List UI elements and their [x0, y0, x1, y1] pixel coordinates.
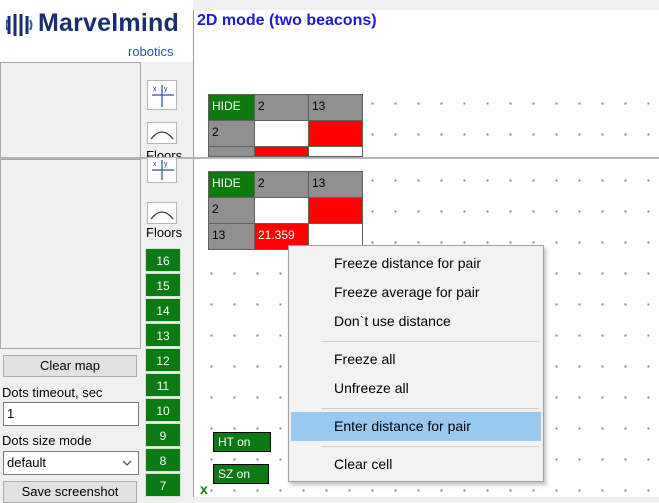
floor-button[interactable]: 7: [145, 473, 181, 497]
matrix-cell[interactable]: [308, 146, 363, 157]
mode-title: 2D mode (two beacons): [197, 12, 377, 29]
matrix-row-header: 13: [208, 223, 255, 250]
ht-on-tag[interactable]: HT on: [213, 432, 271, 452]
matrix-col-header: 13: [308, 94, 363, 121]
matrix-cell[interactable]: [254, 146, 309, 157]
menu-separator: [321, 341, 539, 342]
left-panel-front: [0, 159, 141, 349]
floor-button[interactable]: 8: [145, 448, 181, 472]
axis-tool-icon[interactable]: xy: [147, 157, 177, 183]
floor-button[interactable]: 10: [145, 398, 181, 422]
save-screenshot-button[interactable]: Save screenshot: [3, 481, 137, 503]
axis-tool-icon[interactable]: xy: [147, 80, 177, 110]
matrix-cell[interactable]: [254, 197, 309, 224]
logo-wordmark: Marvelmind: [38, 9, 179, 37]
floor-button[interactable]: 15: [145, 273, 181, 297]
menu-freeze-distance-pair[interactable]: Freeze distance for pair: [291, 249, 541, 278]
map-header: 2D mode (two beacons): [193, 10, 659, 82]
floor-button[interactable]: 16: [145, 248, 181, 272]
svg-text:y: y: [164, 86, 168, 93]
logo-subtitle: robotics: [128, 44, 174, 59]
left-panel-back: [0, 62, 141, 158]
menu-separator: [321, 408, 539, 409]
matrix-cell[interactable]: [308, 197, 363, 224]
tool-column-back: xy Floors: [141, 62, 193, 163]
dots-size-label: Dots size mode: [2, 433, 92, 448]
floor-button[interactable]: 11: [145, 373, 181, 397]
menu-dont-use-distance[interactable]: Don`t use distance: [291, 307, 541, 336]
matrix-col-header: 13: [308, 171, 363, 198]
chevron-down-icon: [122, 460, 132, 466]
dots-size-select[interactable]: default: [3, 451, 139, 475]
left-controls: Clear map Dots timeout, sec 1 Dots size …: [0, 349, 141, 503]
floor-button[interactable]: 13: [145, 323, 181, 347]
distance-matrix: HIDE 2 13 2 13 21.359: [208, 171, 363, 250]
map-canvas-back[interactable]: HIDE 2 13 2: [193, 82, 659, 158]
matrix-hide-button[interactable]: HIDE: [208, 171, 255, 198]
clear-map-button[interactable]: Clear map: [3, 355, 137, 377]
floors-label: Floors: [146, 225, 183, 240]
floor-button[interactable]: 12: [145, 348, 181, 372]
svg-text:x: x: [153, 86, 157, 93]
matrix-col-header: 2: [254, 94, 309, 121]
matrix-col-header: 2: [254, 171, 309, 198]
matrix-row-header: [208, 146, 255, 157]
marvelmind-logo-icon: [6, 14, 33, 36]
dots-size-value: default: [7, 455, 47, 470]
matrix-cell[interactable]: [254, 120, 309, 147]
dots-timeout-label: Dots timeout, sec: [2, 385, 103, 400]
menu-separator: [321, 446, 539, 447]
svg-text:x: x: [153, 161, 157, 168]
arc-tool-icon[interactable]: [147, 122, 177, 144]
arc-tool-icon[interactable]: [147, 202, 177, 224]
origin-marker-icon: x: [200, 481, 208, 497]
matrix-cell[interactable]: [308, 120, 363, 147]
menu-unfreeze-all[interactable]: Unfreeze all: [291, 374, 541, 403]
matrix-row-header: 2: [208, 197, 255, 224]
floor-button[interactable]: 14: [145, 298, 181, 322]
sz-on-tag[interactable]: SZ on: [213, 464, 269, 484]
matrix-hide-button[interactable]: HIDE: [208, 94, 255, 121]
distance-matrix-back: HIDE 2 13 2: [208, 94, 363, 157]
svg-text:y: y: [164, 161, 168, 168]
menu-freeze-all[interactable]: Freeze all: [291, 345, 541, 374]
menu-clear-cell[interactable]: Clear cell: [291, 450, 541, 479]
menu-enter-distance-pair[interactable]: Enter distance for pair: [291, 412, 541, 441]
dots-timeout-input[interactable]: 1: [3, 402, 139, 426]
context-menu: Freeze distance for pair Freeze average …: [288, 245, 544, 482]
floor-button[interactable]: 9: [145, 423, 181, 447]
marvelmind-logo: Marvelmind robotics: [0, 0, 193, 62]
menu-freeze-average-pair[interactable]: Freeze average for pair: [291, 278, 541, 307]
matrix-row-header: 2: [208, 120, 255, 147]
